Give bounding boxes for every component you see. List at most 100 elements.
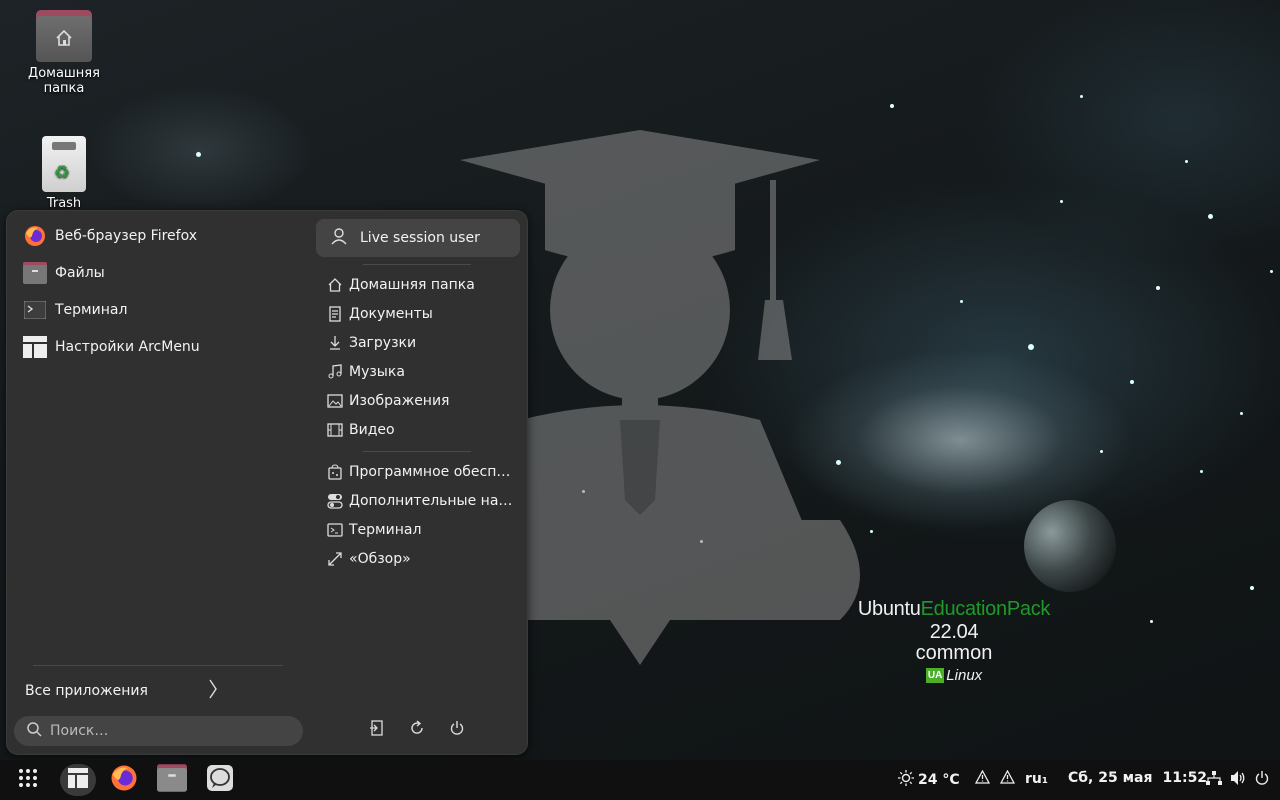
weather-temp: 24 °C xyxy=(918,772,960,788)
user-account-button[interactable]: Live session user xyxy=(316,219,520,257)
arcmenu-settings-icon xyxy=(23,335,47,359)
clock-time: 11:52 xyxy=(1162,770,1208,786)
shortcut-label: Программное обесп… xyxy=(349,464,511,480)
desktop-icon-label: Домашняя папка xyxy=(28,66,100,96)
keyboard-layout: ru₁ xyxy=(1025,771,1049,787)
clock-date: Сб, 25 мая xyxy=(1068,770,1153,786)
separator xyxy=(363,264,471,265)
files-icon xyxy=(23,261,47,285)
arcmenu-button[interactable] xyxy=(60,764,96,796)
taskbar-files[interactable] xyxy=(155,764,189,796)
user-icon xyxy=(330,227,348,249)
all-apps-label: Все приложения xyxy=(25,683,148,699)
desktop-icon-home[interactable]: Домашняя папка xyxy=(16,10,112,96)
place-pictures[interactable]: Изображения xyxy=(327,389,519,413)
place-home[interactable]: Домашняя папка xyxy=(327,273,519,297)
user-label: Live session user xyxy=(360,230,480,246)
planet xyxy=(1024,500,1116,592)
place-label: Документы xyxy=(349,306,433,322)
place-music[interactable]: Музыка xyxy=(327,360,519,384)
volume-icon xyxy=(1230,770,1246,790)
taskbar-chat[interactable] xyxy=(203,764,237,796)
music-icon xyxy=(327,364,343,380)
clock[interactable]: Сб, 25 мая 11:52 xyxy=(1068,770,1207,786)
firefox-icon xyxy=(109,763,139,797)
fav-terminal[interactable]: Терминал xyxy=(23,295,127,325)
arcmenu-icon xyxy=(68,768,88,792)
weather-indicator[interactable]: 24 °C xyxy=(898,770,960,790)
power-button[interactable] xyxy=(446,719,468,741)
desktop-icon-trash[interactable]: ♻ Trash xyxy=(16,136,112,211)
fav-label: Веб-браузер Firefox xyxy=(55,228,198,244)
place-videos[interactable]: Видео xyxy=(327,418,519,442)
arcmenu-panel: Веб-браузер Firefox Файлы Терминал Настр… xyxy=(6,210,528,755)
fav-firefox[interactable]: Веб-браузер Firefox xyxy=(23,221,197,251)
home-folder-icon xyxy=(36,10,92,62)
app-grid-button[interactable] xyxy=(12,764,44,796)
place-documents[interactable]: Документы xyxy=(327,302,519,326)
software-icon xyxy=(327,464,343,480)
place-label: Изображения xyxy=(349,393,450,409)
app-grid-icon xyxy=(18,768,38,792)
video-icon xyxy=(327,422,343,438)
fav-label: Настройки ArcMenu xyxy=(55,339,200,355)
shortcut-software[interactable]: Программное обесп… xyxy=(327,460,519,484)
home-icon xyxy=(327,277,343,293)
place-label: Видео xyxy=(349,422,395,438)
ualinux-logo: UA Linux xyxy=(925,667,983,684)
fav-label: Файлы xyxy=(55,265,105,281)
warning-icon xyxy=(999,769,1016,788)
fav-files[interactable]: Файлы xyxy=(23,258,105,288)
terminal-icon xyxy=(327,522,343,538)
brand-line2: common xyxy=(915,642,993,664)
download-icon xyxy=(327,335,343,351)
shortcut-label: «Обзор» xyxy=(349,551,411,567)
distro-branding: UbuntuEducationPack 22.04 common UA Linux xyxy=(832,598,1076,684)
overview-icon xyxy=(327,551,343,567)
shortcut-overview[interactable]: «Обзор» xyxy=(327,547,519,571)
restart-button[interactable] xyxy=(406,719,428,741)
shortcut-label: Дополнительные на… xyxy=(349,493,513,509)
fav-arcmenu-settings[interactable]: Настройки ArcMenu xyxy=(23,332,200,362)
files-icon xyxy=(157,764,187,796)
brand-edition: EducationPack xyxy=(920,598,1051,620)
document-icon xyxy=(327,306,343,322)
terminal-icon xyxy=(23,298,47,322)
chevron-right-icon xyxy=(208,678,218,704)
warning-icon xyxy=(974,769,991,788)
shortcut-terminal[interactable]: Терминал xyxy=(327,518,519,542)
separator xyxy=(33,665,283,666)
brand-ubuntu: Ubuntu xyxy=(857,598,921,620)
all-apps-button[interactable]: Все приложения xyxy=(25,678,218,704)
place-label: Загрузки xyxy=(349,335,417,351)
fav-label: Терминал xyxy=(55,302,128,318)
trash-icon: ♻ xyxy=(42,136,86,192)
firefox-icon xyxy=(23,224,47,248)
place-downloads[interactable]: Загрузки xyxy=(327,331,519,355)
keyboard-layout-indicator[interactable]: ru₁ xyxy=(999,769,1049,788)
warning-indicator-1[interactable] xyxy=(974,769,991,788)
power-icon xyxy=(1254,770,1270,790)
taskbar: 24 °C ru₁ Сб, 25 мая 11:52 xyxy=(0,760,1280,800)
sun-icon xyxy=(898,770,914,790)
search-placeholder: Поиск… xyxy=(50,723,109,739)
network-icon xyxy=(1206,770,1222,790)
desktop-icon-label: Trash xyxy=(46,196,82,211)
image-icon xyxy=(327,393,343,409)
chat-icon xyxy=(206,764,234,796)
system-status-area[interactable] xyxy=(1206,770,1270,790)
separator xyxy=(363,451,471,452)
restart-icon xyxy=(409,720,425,740)
shortcut-tweaks[interactable]: Дополнительные на… xyxy=(327,489,519,513)
logout-button[interactable] xyxy=(366,719,388,741)
taskbar-firefox[interactable] xyxy=(107,764,141,796)
brand-version: 22.04 xyxy=(929,621,979,643)
place-label: Домашняя папка xyxy=(349,277,475,293)
tweaks-icon xyxy=(327,493,343,509)
logout-icon xyxy=(369,720,385,740)
search-icon xyxy=(26,721,42,741)
place-label: Музыка xyxy=(349,364,405,380)
power-icon xyxy=(449,720,465,740)
search-input[interactable]: Поиск… xyxy=(14,716,303,746)
shortcut-label: Терминал xyxy=(349,522,422,538)
